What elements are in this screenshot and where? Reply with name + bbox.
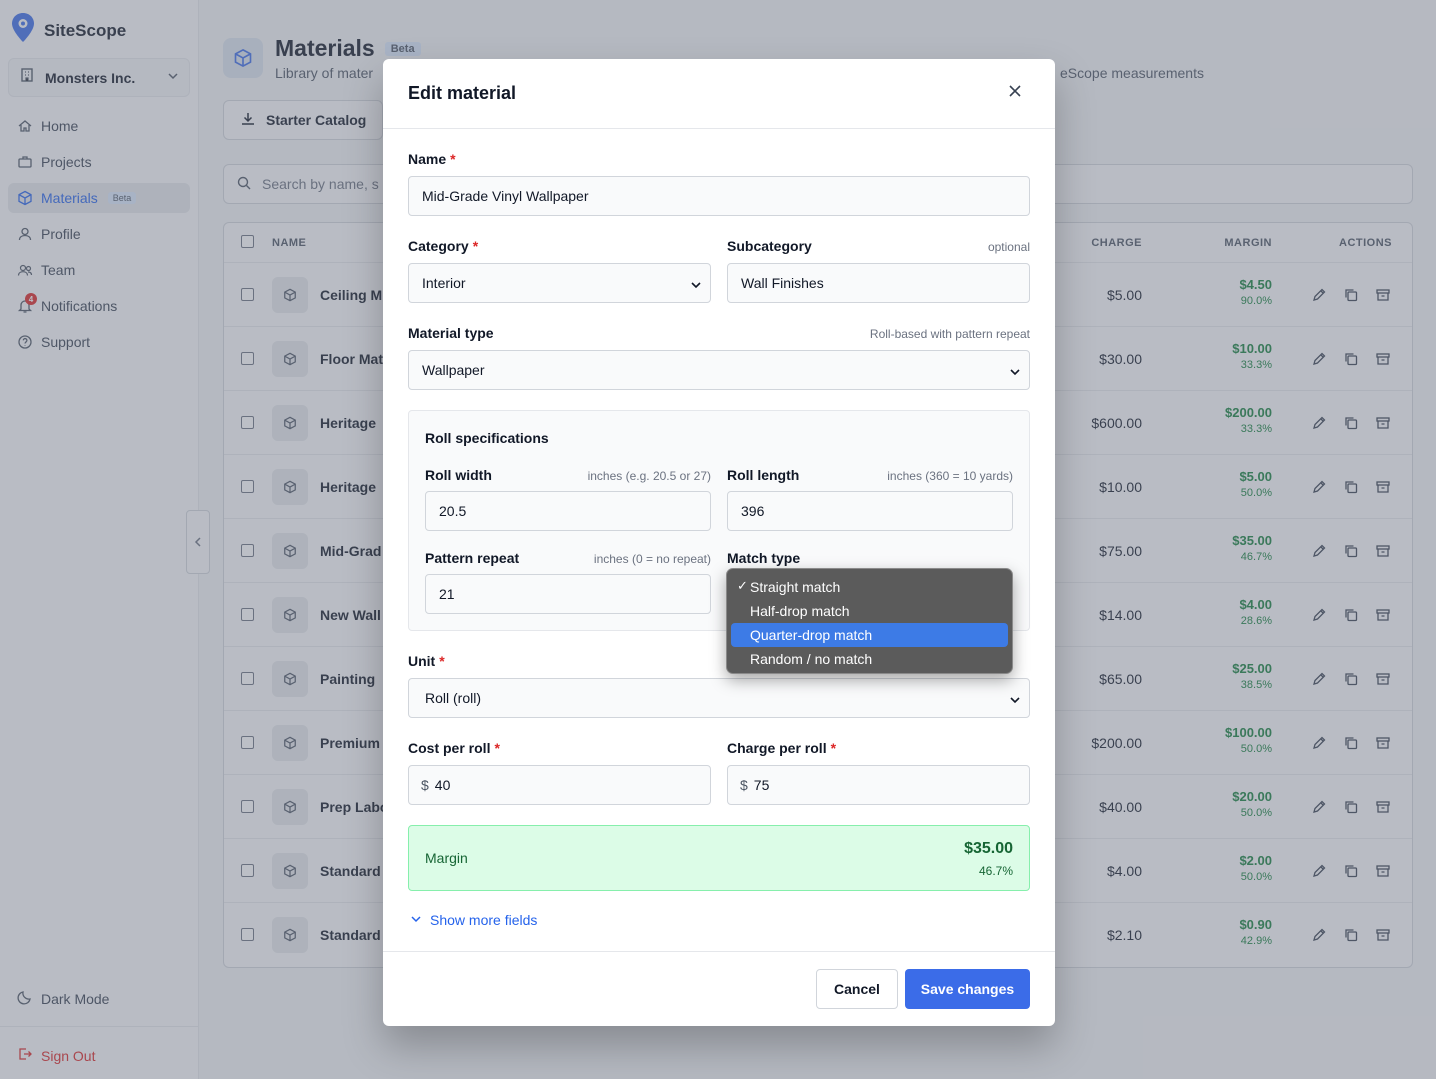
name-value: Mid-Grade Vinyl Wallpaper	[422, 188, 589, 204]
edit-material-dialog: Edit material Name * Mid-Grade Vinyl Wall…	[383, 59, 1055, 1026]
charge-input[interactable]: $ 75	[727, 765, 1030, 805]
dropdown-option-half-drop-match[interactable]: Half-drop match	[731, 599, 1008, 623]
chevron-down-icon	[1009, 365, 1021, 381]
dialog-title: Edit material	[408, 83, 517, 103]
app-root: SiteScope Monsters Inc. Home Projects Ma	[0, 0, 1436, 1079]
material-type-select[interactable]: Wallpaper	[408, 350, 1030, 390]
category-select[interactable]: Interior	[408, 263, 711, 303]
pattern-repeat-input[interactable]: 21	[425, 574, 711, 614]
subcategory-value: Wall Finishes	[741, 275, 824, 291]
roll-width-hint: inches (e.g. 20.5 or 27)	[587, 469, 711, 483]
unit-value: Roll (roll)	[425, 690, 481, 706]
margin-summary: Margin $35.00 46.7%	[408, 825, 1030, 891]
option-label: Straight match	[750, 579, 841, 595]
charge-label-text: Charge per roll	[727, 740, 827, 756]
required-asterisk: *	[439, 653, 445, 669]
chevron-down-icon	[690, 278, 702, 294]
show-more-label: Show more fields	[430, 912, 538, 928]
material-type-hint: Roll-based with pattern repeat	[869, 327, 1030, 341]
dropdown-option-straight-match[interactable]: ✓ Straight match	[731, 575, 1008, 599]
roll-length-input[interactable]: 396	[727, 491, 1013, 531]
required-asterisk: *	[450, 151, 456, 167]
category-value: Interior	[422, 275, 466, 291]
category-label: Category *	[408, 238, 478, 254]
subcategory-hint: optional	[987, 240, 1030, 254]
dropdown-option-random-no-match[interactable]: Random / no match	[731, 647, 1008, 671]
roll-length-label: Roll length	[727, 467, 800, 483]
close-icon	[1008, 84, 1022, 103]
cancel-button[interactable]: Cancel	[816, 969, 898, 1009]
material-type-value: Wallpaper	[422, 362, 485, 378]
subcategory-label: Subcategory	[727, 238, 812, 254]
roll-width-value: 20.5	[439, 503, 467, 519]
currency-prefix: $	[740, 777, 748, 793]
option-label: Quarter-drop match	[750, 627, 873, 643]
category-label-text: Category	[408, 238, 469, 254]
cost-input[interactable]: $ 40	[408, 765, 711, 805]
pattern-repeat-value: 21	[439, 586, 455, 602]
name-label-text: Name	[408, 151, 447, 167]
unit-label: Unit *	[408, 653, 445, 669]
pattern-repeat-label: Pattern repeat	[425, 550, 520, 566]
roll-width-input[interactable]: 20.5	[425, 491, 711, 531]
name-input[interactable]: Mid-Grade Vinyl Wallpaper	[408, 176, 1030, 216]
roll-length-hint: inches (360 = 10 yards)	[887, 469, 1013, 483]
subcategory-input[interactable]: Wall Finishes	[727, 263, 1030, 303]
checkmark-icon: ✓	[737, 578, 748, 593]
name-label: Name *	[408, 151, 456, 167]
margin-amount: $35.00	[964, 840, 1013, 857]
unit-select[interactable]: Roll (roll)	[408, 678, 1030, 718]
cost-label: Cost per roll *	[408, 740, 500, 756]
show-more-fields-link[interactable]: Show more fields	[410, 912, 537, 928]
chevron-down-icon	[1009, 693, 1021, 709]
required-asterisk: *	[830, 740, 837, 756]
currency-prefix: $	[421, 777, 429, 793]
pattern-repeat-hint: inches (0 = no repeat)	[593, 552, 711, 566]
charge-value: 75	[753, 777, 770, 793]
match-type-dropdown: ✓ Straight match Half-drop match Quarter…	[726, 568, 1013, 674]
chevron-down-icon	[410, 912, 422, 928]
roll-length-value: 396	[741, 503, 765, 519]
match-type-label: Match type	[727, 550, 801, 566]
save-changes-button[interactable]: Save changes	[905, 969, 1030, 1009]
required-asterisk: *	[494, 740, 500, 756]
margin-label: Margin	[425, 850, 468, 866]
roll-width-label: Roll width	[425, 467, 492, 483]
dropdown-option-quarter-drop-match[interactable]: Quarter-drop match	[731, 623, 1008, 647]
charge-label: Charge per roll *	[727, 740, 836, 756]
roll-specifications-title: Roll specifications	[425, 430, 549, 446]
margin-percent: 46.7%	[978, 864, 1013, 878]
option-label: Half-drop match	[750, 603, 850, 619]
dialog-footer: Cancel Save changes	[383, 951, 1055, 1026]
option-label: Random / no match	[750, 651, 873, 667]
cost-label-text: Cost per roll	[408, 740, 491, 756]
material-type-label: Material type	[408, 325, 494, 341]
dialog-header: Edit material	[383, 59, 1055, 129]
close-button[interactable]	[1003, 81, 1027, 105]
required-asterisk: *	[472, 238, 479, 254]
unit-label-text: Unit	[408, 653, 436, 669]
cost-value: 40	[434, 777, 451, 793]
